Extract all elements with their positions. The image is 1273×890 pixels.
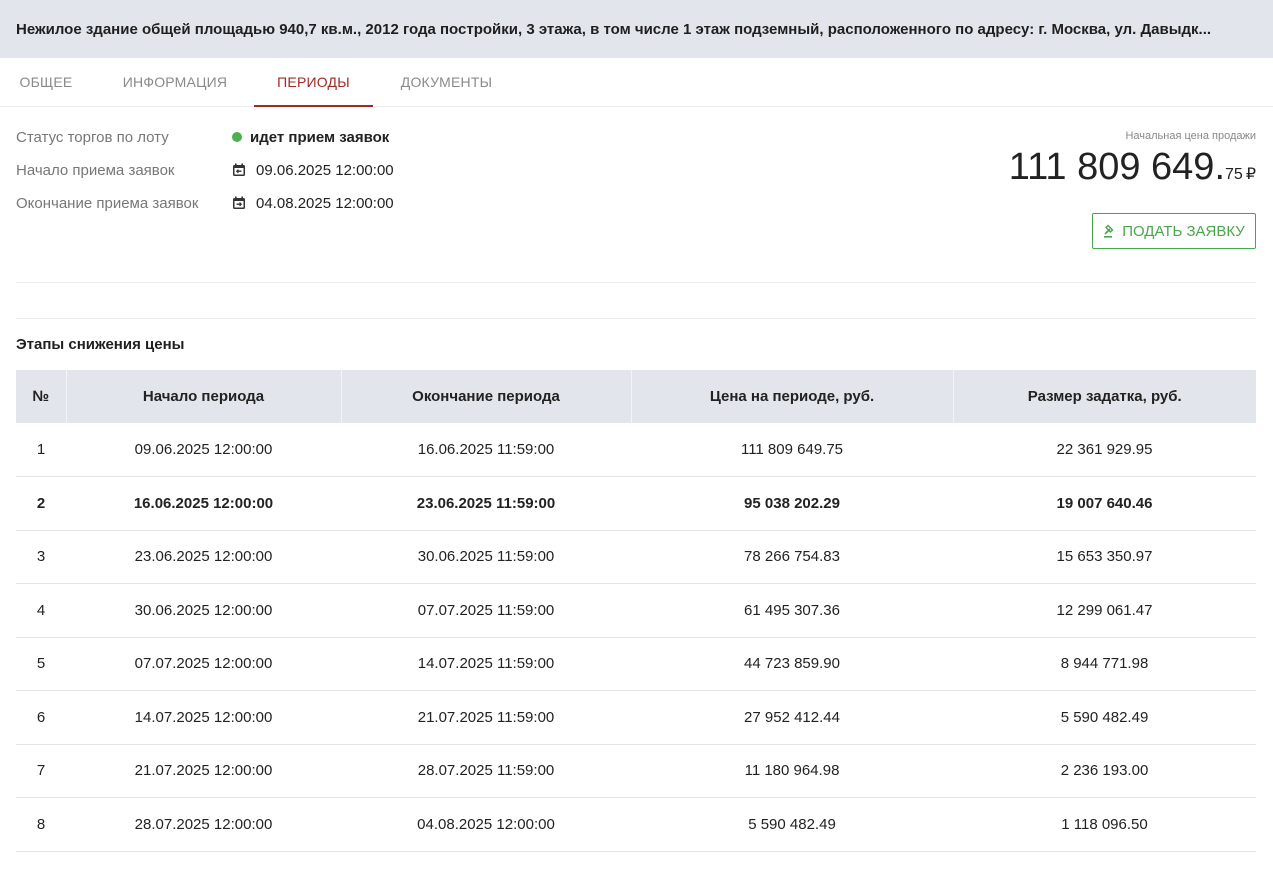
cell-number: 8 — [16, 797, 66, 852]
status-label: Статус торгов по лоту — [16, 128, 169, 146]
start-date-label: Начало приема заявок — [16, 161, 175, 179]
status-value: идет прием заявок — [232, 129, 389, 146]
table-row: 5 07.07.2025 12:00:00 14.07.2025 11:59:0… — [16, 637, 1256, 691]
cell-number: 5 — [16, 637, 66, 691]
cell-period-price: 95 038 202.29 — [631, 476, 953, 531]
cell-deposit: 2 236 193.00 — [953, 744, 1256, 798]
cell-number: 1 — [16, 423, 66, 477]
start-date-value: 09.06.2025 12:00:00 — [232, 162, 394, 179]
table-header-row: № Начало периода Окончание периода Цена … — [16, 370, 1256, 423]
cell-period-start: 28.07.2025 12:00:00 — [66, 797, 341, 852]
cell-number: 4 — [16, 583, 66, 638]
tab-bar: ОБЩЕЕ ИНФОРМАЦИЯ ПЕРИОДЫ ДОКУМЕНТЫ — [0, 58, 1273, 107]
tab-periods[interactable]: ПЕРИОДЫ — [254, 58, 373, 107]
cell-period-price: 27 952 412.44 — [631, 690, 953, 745]
lot-title: Нежилое здание общей площадью 940,7 кв.м… — [16, 20, 1212, 38]
cell-period-end: 23.06.2025 11:59:00 — [341, 476, 631, 531]
cell-deposit: 12 299 061.47 — [953, 583, 1256, 638]
table-row: 1 09.06.2025 12:00:00 16.06.2025 11:59:0… — [16, 423, 1256, 477]
submit-application-label: ПОДАТЬ ЗАЯВКУ — [1122, 222, 1245, 240]
cell-period-end: 30.06.2025 11:59:00 — [341, 530, 631, 584]
cell-deposit: 15 653 350.97 — [953, 530, 1256, 584]
cell-period-price: 61 495 307.36 — [631, 583, 953, 638]
cell-number: 3 — [16, 530, 66, 584]
cell-period-start: 30.06.2025 12:00:00 — [66, 583, 341, 638]
table-row: 8 28.07.2025 12:00:00 04.08.2025 12:00:0… — [16, 797, 1256, 852]
cell-deposit: 22 361 929.95 — [953, 423, 1256, 477]
price-kopecks: 75 — [1225, 166, 1243, 183]
cell-period-end: 14.07.2025 11:59:00 — [341, 637, 631, 691]
price-main: 111 809 649. — [1008, 146, 1226, 188]
cell-period-start: 09.06.2025 12:00:00 — [66, 423, 341, 477]
end-date-text: 04.08.2025 12:00:00 — [256, 194, 394, 212]
cell-period-price: 11 180 964.98 — [631, 744, 953, 798]
end-date-value: 04.08.2025 12:00:00 — [232, 195, 394, 212]
calendar-end-icon — [233, 196, 245, 209]
cell-period-start: 14.07.2025 12:00:00 — [66, 690, 341, 745]
lot-title-bar: Нежилое здание общей площадью 940,7 кв.м… — [0, 0, 1273, 58]
calendar-start-icon — [233, 163, 245, 176]
col-header-period-end: Окончание периода — [341, 370, 632, 423]
table-row: 6 14.07.2025 12:00:00 21.07.2025 11:59:0… — [16, 690, 1256, 745]
tab-information[interactable]: ИНФОРМАЦИЯ — [112, 58, 238, 106]
price-periods-table: № Начало периода Окончание периода Цена … — [16, 370, 1256, 852]
divider-bottom — [16, 318, 1256, 319]
cell-period-start: 23.06.2025 12:00:00 — [66, 530, 341, 584]
cell-deposit: 5 590 482.49 — [953, 690, 1256, 745]
cell-number: 7 — [16, 744, 66, 798]
start-date-text: 09.06.2025 12:00:00 — [256, 161, 394, 179]
col-header-period-start: Начало периода — [66, 370, 342, 423]
cell-period-end: 04.08.2025 12:00:00 — [341, 797, 631, 852]
cell-period-price: 44 723 859.90 — [631, 637, 953, 691]
col-header-number: № — [16, 370, 67, 423]
cell-period-price: 111 809 649.75 — [631, 423, 953, 477]
cell-period-price: 5 590 482.49 — [631, 797, 953, 852]
cell-period-end: 16.06.2025 11:59:00 — [341, 423, 631, 477]
tab-general[interactable]: ОБЩЕЕ — [8, 58, 84, 106]
price-currency: ₽ — [1245, 166, 1256, 183]
table-row: 7 21.07.2025 12:00:00 28.07.2025 11:59:0… — [16, 744, 1256, 798]
start-price-value: 111 809 649.75 ₽ — [1009, 146, 1256, 189]
cell-deposit: 19 007 640.46 — [953, 476, 1256, 531]
cell-deposit: 8 944 771.98 — [953, 637, 1256, 691]
cell-number: 6 — [16, 690, 66, 745]
table-row: 4 30.06.2025 12:00:00 07.07.2025 11:59:0… — [16, 583, 1256, 638]
cell-period-end: 21.07.2025 11:59:00 — [341, 690, 631, 745]
start-price-caption: Начальная цена продажи — [1125, 130, 1256, 142]
end-date-label: Окончание приема заявок — [16, 194, 199, 212]
submit-application-button[interactable]: ПОДАТЬ ЗАЯВКУ — [1092, 213, 1256, 249]
cell-period-price: 78 266 754.83 — [631, 530, 953, 584]
col-header-deposit: Размер задатка, руб. — [953, 370, 1256, 423]
price-stages-title: Этапы снижения цены — [16, 336, 185, 353]
status-dot-icon — [232, 132, 242, 142]
cell-deposit: 1 118 096.50 — [953, 797, 1256, 852]
cell-period-start: 21.07.2025 12:00:00 — [66, 744, 341, 798]
cell-period-start: 07.07.2025 12:00:00 — [66, 637, 341, 691]
cell-number: 2 — [16, 476, 66, 531]
gavel-icon — [1104, 224, 1114, 238]
cell-period-end: 07.07.2025 11:59:00 — [341, 583, 631, 638]
status-value-text: идет прием заявок — [250, 128, 390, 146]
cell-period-start: 16.06.2025 12:00:00 — [66, 476, 341, 531]
tab-documents[interactable]: ДОКУМЕНТЫ — [390, 58, 503, 106]
cell-period-end: 28.07.2025 11:59:00 — [341, 744, 631, 798]
divider-top — [16, 282, 1256, 283]
start-price-block: Начальная цена продажи 111 809 649.75 ₽ — [1009, 130, 1256, 189]
col-header-period-price: Цена на периоде, руб. — [631, 370, 954, 423]
table-row-current: 2 16.06.2025 12:00:00 23.06.2025 11:59:0… — [16, 476, 1256, 531]
table-row: 3 23.06.2025 12:00:00 30.06.2025 11:59:0… — [16, 530, 1256, 584]
